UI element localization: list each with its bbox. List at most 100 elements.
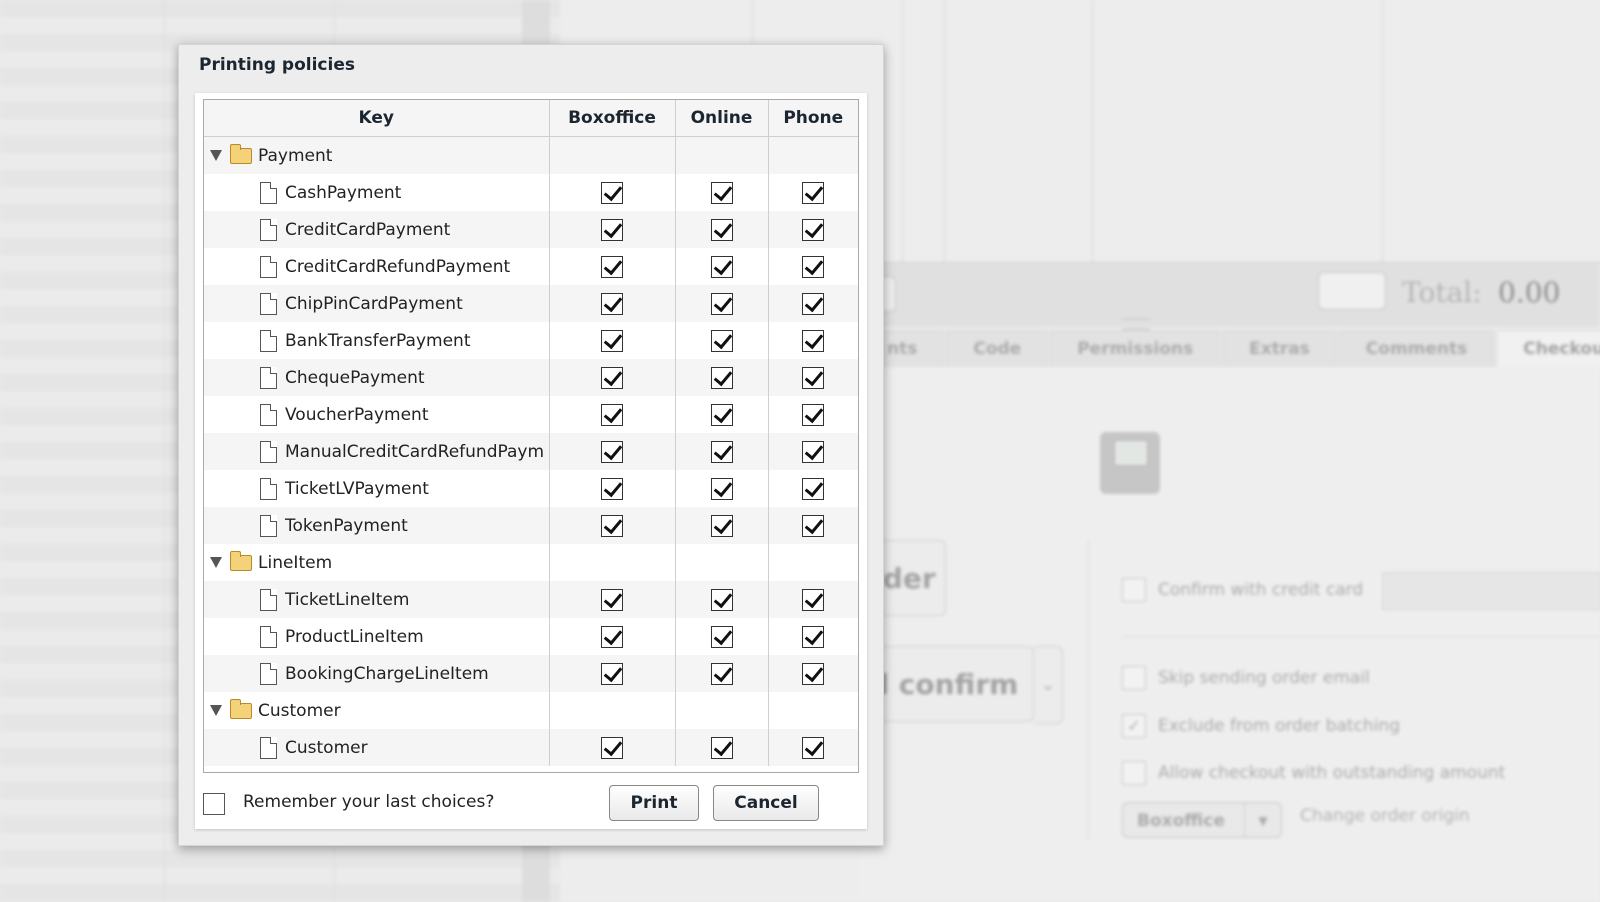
checkbox-checked[interactable] (601, 736, 623, 759)
column-header-online[interactable]: Online (674, 100, 768, 137)
checkbox-checked[interactable] (802, 366, 825, 389)
checkbox-checked[interactable] (802, 403, 825, 426)
tree-group-row[interactable]: Customer (204, 692, 858, 729)
checkbox-checked[interactable] (601, 588, 623, 611)
resize-handle[interactable] (1122, 318, 1150, 330)
tab-comments[interactable]: Comments (1338, 330, 1495, 367)
checkbox-checked[interactable] (710, 255, 733, 278)
checkbox-checked[interactable] (601, 292, 623, 315)
option-label: Confirm with credit card (1158, 580, 1364, 600)
tab-permissions[interactable]: Permissions (1050, 330, 1221, 367)
checkbox-cell-online (674, 211, 768, 248)
column-header-boxoffice[interactable]: Boxoffice (548, 100, 675, 137)
option-exclude-batching[interactable]: ✓ Exclude from order batching (1122, 714, 1400, 738)
checkbox-cell-phone (767, 174, 858, 211)
checkbox-checked[interactable] (601, 662, 623, 685)
tree-item-row[interactable]: ChipPinCardPayment (204, 285, 858, 322)
checkbox-checked[interactable] (710, 292, 733, 315)
tree-item-row[interactable]: TicketLineItem (204, 581, 858, 618)
tab-code[interactable]: Code (946, 330, 1049, 367)
tree-item-row[interactable]: CreditCardPayment (204, 211, 858, 248)
checkbox-checked[interactable] (710, 477, 733, 500)
checkbox-checked[interactable] (710, 366, 733, 389)
checkbox-checked[interactable] (601, 477, 623, 500)
tree-item-row[interactable]: BookingChargeLineItem (204, 655, 858, 692)
checkbox-checked[interactable] (601, 181, 623, 204)
checkbox-checked[interactable] (802, 662, 825, 685)
option-allow-outstanding[interactable]: Allow checkout with outstanding amount (1122, 761, 1505, 785)
tree-item-row[interactable]: CreditCardRefundPayment (204, 248, 858, 285)
checkbox-checked[interactable] (601, 255, 623, 278)
credit-card-field[interactable] (1382, 572, 1600, 610)
expand-triangle-icon[interactable] (210, 705, 222, 716)
tree-item-row[interactable]: BankTransferPayment (204, 322, 858, 359)
print-button[interactable]: Print (609, 785, 699, 821)
checkbox-checked[interactable] (802, 588, 825, 611)
tree-item-row[interactable]: TicketLVPayment (204, 470, 858, 507)
tab-checkout[interactable]: Checkout (1496, 330, 1600, 367)
checkbox[interactable] (1122, 761, 1146, 785)
checkbox-checked[interactable] (802, 292, 825, 315)
checkbox-checked[interactable] (710, 625, 733, 648)
checkbox-checked[interactable] (802, 181, 825, 204)
remember-checkbox[interactable] (203, 793, 225, 815)
checkbox-checked[interactable] (802, 477, 825, 500)
checkbox-checked[interactable] (601, 329, 623, 352)
column-header-phone[interactable]: Phone (767, 100, 858, 137)
item-label: CashPayment (285, 182, 402, 203)
checkbox-checked[interactable] (710, 218, 733, 241)
tree-item-row[interactable]: Customer (204, 729, 858, 766)
confirm-button[interactable]: d confirm (860, 646, 1034, 722)
checkbox-checked[interactable] (601, 218, 623, 241)
item-label: VoucherPayment (285, 404, 429, 425)
checkbox[interactable] (1122, 578, 1146, 602)
tree-group-row[interactable]: LineItem (204, 544, 858, 581)
checkbox-checked[interactable] (802, 218, 825, 241)
dropdown-arrow-icon[interactable]: ▼ (1244, 803, 1281, 837)
checkbox-checked[interactable] (802, 329, 825, 352)
checkbox-checked[interactable] (601, 514, 623, 537)
cash-register-icon (1100, 432, 1160, 494)
cancel-button[interactable]: Cancel (713, 785, 819, 821)
order-origin-select[interactable]: Boxoffice ▼ (1122, 802, 1282, 838)
document-icon (260, 625, 277, 648)
checkbox-checked[interactable] (710, 181, 733, 204)
checkbox-checked[interactable] (710, 329, 733, 352)
option-skip-email[interactable]: Skip sending order email (1122, 666, 1370, 690)
tree-item-row[interactable]: ProductLineItem (204, 618, 858, 655)
tree-item-row[interactable]: CashPayment (204, 174, 858, 211)
tab-extras[interactable]: Extras (1222, 330, 1337, 367)
chevron-down-icon[interactable]: ⌄ (1034, 646, 1063, 724)
checkbox[interactable] (1122, 666, 1146, 690)
option-confirm-credit-card[interactable]: Confirm with credit card (1122, 578, 1363, 602)
checkbox-cell-phone (767, 507, 858, 544)
expand-triangle-icon[interactable] (210, 150, 222, 161)
tree-item-row[interactable]: ChequePayment (204, 359, 858, 396)
checkbox-checked[interactable] (710, 440, 733, 463)
checkbox-cell-phone (767, 211, 858, 248)
expand-triangle-icon[interactable] (210, 557, 222, 568)
checkbox-checked[interactable] (802, 255, 825, 278)
checkbox-checked[interactable] (710, 403, 733, 426)
checkbox-checked[interactable] (802, 625, 825, 648)
checkbox-checked[interactable]: ✓ (1122, 714, 1146, 738)
checkbox-checked[interactable] (601, 403, 623, 426)
item-label: TicketLVPayment (285, 478, 429, 499)
checkbox-checked[interactable] (710, 588, 733, 611)
checkbox-checked[interactable] (601, 366, 623, 389)
checkbox-checked[interactable] (601, 440, 623, 463)
tree-item-row[interactable]: ManualCreditCardRefundPaym (204, 433, 858, 470)
checkbox-checked[interactable] (802, 440, 825, 463)
tree-item-row[interactable]: TokenPayment (204, 507, 858, 544)
checkbox-checked[interactable] (601, 625, 623, 648)
tree-item-row[interactable]: VoucherPayment (204, 396, 858, 433)
checkbox-checked[interactable] (710, 662, 733, 685)
column-header-key[interactable]: Key (204, 100, 549, 137)
key-cell: CreditCardPayment (204, 211, 549, 248)
ticket-icon-button[interactable] (1318, 272, 1386, 310)
checkbox-checked[interactable] (710, 514, 733, 537)
tree-group-row[interactable]: Payment (204, 136, 858, 174)
checkbox-checked[interactable] (802, 514, 825, 537)
checkbox-checked[interactable] (710, 736, 733, 759)
checkbox-checked[interactable] (802, 736, 825, 759)
